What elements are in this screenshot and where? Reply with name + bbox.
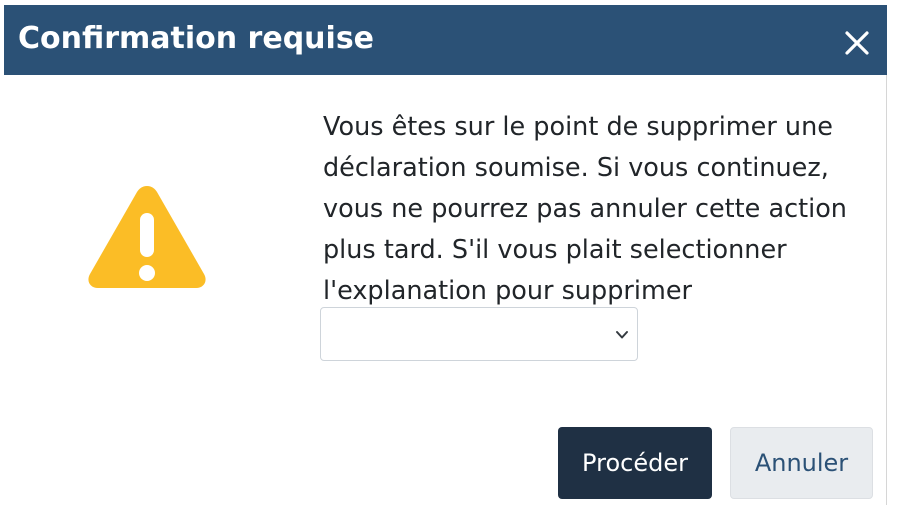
reason-select[interactable] (320, 307, 638, 361)
message-line: Vous êtes sur le point de supprimer une (323, 112, 833, 142)
close-icon (845, 31, 869, 55)
chevron-down-icon (616, 331, 628, 339)
confirmation-dialog: Confirmation requise Vous êtes sur le po… (4, 5, 887, 505)
cancel-button[interactable]: Annuler (730, 427, 873, 499)
confirmation-message: Vous êtes sur le point de supprimer une … (323, 107, 868, 312)
message-line: l'explanation pour supprimer (323, 276, 693, 306)
proceed-button[interactable]: Procéder (558, 427, 712, 499)
message-line: vous ne pourrez pas annuler cette action (323, 194, 847, 224)
dialog-header: Confirmation requise (4, 5, 887, 75)
close-button[interactable] (836, 22, 878, 64)
warning-triangle-icon (88, 186, 206, 288)
dialog-title: Confirmation requise (18, 21, 375, 56)
message-line: plus tard. S'il vous plait selectionner (323, 235, 787, 265)
message-line: déclaration soumise. Si vous continuez, (323, 153, 829, 183)
